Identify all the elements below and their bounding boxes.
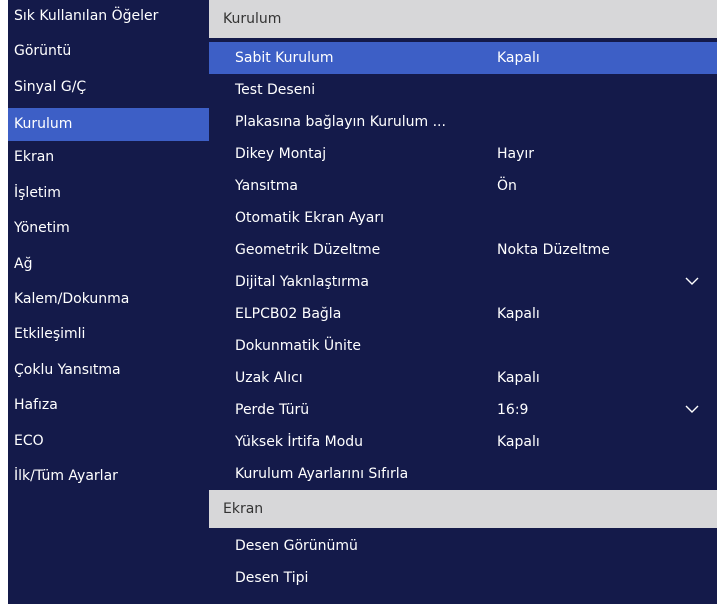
setting-row-yansitma[interactable]: Yansıtma Ön <box>209 170 717 202</box>
setting-label: Yüksek İrtifa Modu <box>235 434 364 450</box>
setting-row-dokunmatik-unite[interactable]: Dokunmatik Ünite <box>209 330 717 362</box>
setting-row-kurulum-ayarlarini-sifirla[interactable]: Kurulum Ayarlarını Sıfırla <box>209 458 717 490</box>
chevron-down-icon[interactable] <box>685 276 699 286</box>
setting-row-dijital-yaklastirma[interactable]: Dijital Yaknlaştırma <box>209 266 717 298</box>
sidebar-item-operation[interactable]: İşletim <box>8 177 209 210</box>
setting-label: Kurulum Ayarlarını Sıfırla <box>235 466 409 482</box>
setting-label: Desen Görünümü <box>235 538 358 554</box>
section-header-ekran: Ekran <box>209 490 717 528</box>
setting-row-geometrik-duzeltme[interactable]: Geometrik Düzeltme Nokta Düzeltme <box>209 234 717 266</box>
setting-row-dikey-montaj[interactable]: Dikey Montaj Hayır <box>209 138 717 170</box>
sidebar-item-multi-projection[interactable]: Çoklu Yansıtma <box>8 354 209 387</box>
sidebar-item-pen-touch[interactable]: Kalem/Dokunma <box>8 283 209 316</box>
setting-row-desen-tipi[interactable]: Desen Tipi <box>209 562 717 594</box>
setting-row-test-deseni[interactable]: Test Deseni <box>209 74 717 106</box>
setting-value: Kapalı <box>497 434 540 450</box>
setting-label: Dijital Yaknlaştırma <box>235 274 369 290</box>
setting-label: Desen Tipi <box>235 570 309 586</box>
setting-value: Hayır <box>497 146 535 162</box>
setting-label: ELPCB02 Bağla <box>235 306 342 322</box>
sidebar: Sık Kullanılan Öğeler Görüntü Sinyal G/Ç… <box>8 0 209 604</box>
setting-label: Otomatik Ekran Ayarı <box>235 210 384 226</box>
setting-row-yuksek-irtifa-modu[interactable]: Yüksek İrtifa Modu Kapalı <box>209 426 717 458</box>
sidebar-item-memory[interactable]: Hafıza <box>8 389 209 422</box>
setting-label: Test Deseni <box>235 82 316 98</box>
setting-value: Ön <box>497 178 517 194</box>
setting-value: Nokta Düzeltme <box>497 242 610 258</box>
setting-row-elpcb02-bagla[interactable]: ELPCB02 Bağla Kapalı <box>209 298 717 330</box>
setting-value: Kapalı <box>497 50 540 66</box>
setting-row-perde-turu[interactable]: Perde Türü 16:9 <box>209 394 717 426</box>
setting-row-plaka-kurulum[interactable]: Plakasına bağlayın Kurulum ... <box>209 106 717 138</box>
setting-label: Dokunmatik Ünite <box>235 338 362 354</box>
setting-label: Geometrik Düzeltme <box>235 242 381 258</box>
sidebar-item-initial-all-settings[interactable]: İlk/Tüm Ayarlar <box>8 460 209 493</box>
sidebar-item-image[interactable]: Görüntü <box>8 35 209 68</box>
setting-label: Uzak Alıcı <box>235 370 303 386</box>
sidebar-item-installation[interactable]: Kurulum <box>8 108 209 141</box>
setting-row-uzak-alici[interactable]: Uzak Alıcı Kapalı <box>209 362 717 394</box>
chevron-down-icon[interactable] <box>685 404 699 414</box>
setting-label: Plakasına bağlayın Kurulum ... <box>235 114 446 130</box>
setting-row-sabit-kurulum[interactable]: Sabit Kurulum Kapalı <box>209 42 717 74</box>
sidebar-item-favorites[interactable]: Sık Kullanılan Öğeler <box>8 0 209 33</box>
sidebar-item-network[interactable]: Ağ <box>8 248 209 281</box>
setting-value: 16:9 <box>497 402 529 418</box>
setting-label: Dikey Montaj <box>235 146 327 162</box>
sidebar-item-management[interactable]: Yönetim <box>8 212 209 245</box>
sidebar-item-signal-io[interactable]: Sinyal G/Ç <box>8 71 209 104</box>
setting-row-desen-gorunumu[interactable]: Desen Görünümü <box>209 530 717 562</box>
setting-label: Perde Türü <box>235 402 310 418</box>
settings-panel: Kurulum Sabit Kurulum Kapalı Test Deseni… <box>209 0 717 604</box>
sidebar-item-interactive[interactable]: Etkileşimli <box>8 318 209 351</box>
setting-row-otomatik-ekran-ayari[interactable]: Otomatik Ekran Ayarı <box>209 202 717 234</box>
sidebar-item-eco[interactable]: ECO <box>8 425 209 458</box>
section-header-kurulum: Kurulum <box>209 0 717 38</box>
setting-value: Kapalı <box>497 306 540 322</box>
setting-label: Yansıtma <box>235 178 298 194</box>
setting-value: Kapalı <box>497 370 540 386</box>
menu-frame: Sık Kullanılan Öğeler Görüntü Sinyal G/Ç… <box>8 0 717 604</box>
setting-label: Sabit Kurulum <box>235 50 334 66</box>
sidebar-item-display[interactable]: Ekran <box>8 141 209 174</box>
